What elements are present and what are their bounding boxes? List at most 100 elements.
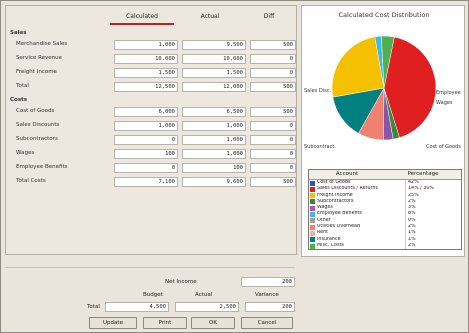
- actual-cell[interactable]: 12,000: [182, 82, 246, 92]
- legend-swatch: [310, 186, 315, 192]
- legend-name: Misc. Costs: [317, 242, 406, 250]
- diff-cell[interactable]: 500: [250, 177, 296, 187]
- row-label: Wages: [16, 150, 35, 156]
- column-header-actual[interactable]: Actual: [178, 11, 242, 23]
- legend-value: 2%: [408, 242, 416, 248]
- row-label: Service Revenue: [16, 55, 63, 61]
- summary-sub-label-variance: Variance: [255, 292, 279, 298]
- legend-swatch: [310, 224, 315, 230]
- cost-table-panel: Calculated Actual Diff Sales Merchandise …: [5, 5, 297, 255]
- total-variance-field[interactable]: 200: [245, 302, 295, 312]
- diff-cell[interactable]: 500: [250, 40, 296, 50]
- calculated-cell[interactable]: 1,000: [114, 121, 178, 131]
- chart-panel: Calculated Cost Distribution Sales Disc.…: [301, 5, 465, 257]
- diff-cell[interactable]: 500: [250, 107, 296, 117]
- calculated-cell[interactable]: 7,100: [114, 177, 178, 187]
- calculated-cell[interactable]: 0: [114, 135, 178, 145]
- row-label: Total Costs: [16, 178, 46, 184]
- summary-sub-label-actual: Actual: [195, 292, 213, 298]
- legend-swatch: [310, 205, 315, 211]
- row-label: Freight Income: [16, 69, 57, 75]
- chart-legend: Account Percentage Cost of Goods 42% Sales…: [308, 169, 462, 251]
- legend-header-percentage: Percentage: [407, 171, 439, 177]
- legend-header-account: Account: [335, 171, 359, 177]
- actual-cell[interactable]: 1,000: [182, 121, 246, 131]
- calculated-cell[interactable]: 1,000: [114, 40, 178, 50]
- diff-cell[interactable]: 500: [250, 82, 296, 92]
- cancel-button[interactable]: Cancel: [241, 317, 293, 329]
- calculator-window: Calculated Actual Diff Sales Merchandise …: [0, 0, 469, 333]
- row-label: Total: [16, 83, 29, 89]
- pie-label: Employee: [436, 90, 461, 96]
- legend-swatch: [310, 218, 315, 224]
- table-row: Total Costs 7,100 9,600 500: [10, 176, 296, 189]
- actual-cell[interactable]: 1,000: [182, 149, 246, 159]
- pie-label: Cost of Goods: [426, 144, 461, 150]
- legend-swatch: [310, 212, 315, 218]
- legend-swatch: [310, 230, 315, 236]
- actual-cell[interactable]: 1,000: [182, 135, 246, 145]
- table-row: Freight Income 1,500 1,500 0: [10, 67, 296, 80]
- table-row: Subcontractors 0 1,000 0: [10, 134, 296, 147]
- table-row: Sales Discounts 1,000 1,000 0: [10, 120, 296, 133]
- actual-cell[interactable]: 100: [182, 163, 246, 173]
- diff-cell[interactable]: 0: [250, 135, 296, 145]
- summary-divider: [5, 267, 295, 268]
- legend-swatch: [310, 243, 315, 249]
- actual-cell[interactable]: 10,000: [182, 54, 246, 64]
- actual-cell[interactable]: 6,500: [182, 107, 246, 117]
- total-budget-field[interactable]: 4,500: [105, 302, 169, 312]
- total-actual-field[interactable]: 2,500: [175, 302, 239, 312]
- calculated-cell[interactable]: 100: [114, 149, 178, 159]
- summary-panel: Net Income 200 Budget Actual Variance To…: [5, 259, 467, 329]
- column-header-bar: Calculated Actual Diff: [106, 11, 296, 25]
- actual-cell[interactable]: 1,500: [182, 68, 246, 78]
- row-label: Subcontractors: [16, 136, 58, 142]
- legend-swatch: [310, 180, 315, 186]
- calculated-cell[interactable]: 12,500: [114, 82, 178, 92]
- row-label: Merchandise Sales: [16, 41, 68, 47]
- pie-chart-svg: Sales Disc. Employee Wages Subcontract. Cost…: [304, 35, 461, 150]
- calculated-cell[interactable]: 10,000: [114, 54, 178, 64]
- row-label: Cost of Goods: [16, 108, 55, 114]
- calculated-cell[interactable]: 0: [114, 163, 178, 173]
- diff-cell[interactable]: 0: [250, 121, 296, 131]
- chart-title: Calculated Cost Distribution: [338, 11, 430, 19]
- column-header-calculated[interactable]: Calculated: [110, 11, 174, 25]
- legend-rows: Cost of Goods 42% Sales Discounts / Return…: [309, 180, 461, 250]
- section-title: Costs: [10, 97, 27, 103]
- net-income-label: Net Income: [165, 279, 197, 285]
- pie-label: Sales Disc.: [304, 88, 331, 94]
- legend-header: Account Percentage: [309, 170, 461, 180]
- table-row: Employee Benefits 0 100 0: [10, 162, 296, 175]
- table-row: Wages 100 1,000 0: [10, 148, 296, 161]
- diff-cell[interactable]: 0: [250, 163, 296, 173]
- column-header-diff[interactable]: Diff: [246, 11, 292, 23]
- calculated-cell[interactable]: 6,000: [114, 107, 178, 117]
- table-row: Cost of Goods 6,000 6,500 500: [10, 106, 296, 119]
- actual-cell[interactable]: 9,500: [182, 40, 246, 50]
- table-row: Service Revenue 10,000 10,000 0: [10, 53, 296, 66]
- diff-cell[interactable]: 0: [250, 68, 296, 78]
- summary-sub-label-budget: Budget: [143, 292, 163, 298]
- net-income-field[interactable]: 200: [241, 277, 295, 287]
- pie-label: Wages: [436, 100, 453, 106]
- row-label: Sales Discounts: [16, 122, 60, 128]
- table-row: Merchandise Sales 1,000 9,500 500: [10, 39, 296, 52]
- print-button[interactable]: Print: [143, 317, 187, 329]
- update-button[interactable]: Update: [89, 317, 137, 329]
- calculated-cell[interactable]: 1,500: [114, 68, 178, 78]
- legend-row: Misc. Costs 2%: [309, 242, 461, 250]
- total-label: Total: [87, 304, 100, 310]
- section-title: Sales: [10, 30, 27, 36]
- row-label: Employee Benefits: [16, 164, 68, 170]
- legend-swatch: [310, 199, 315, 205]
- legend-swatch: [310, 193, 315, 199]
- pie-label: Subcontract.: [304, 144, 336, 150]
- diff-cell[interactable]: 0: [250, 149, 296, 159]
- diff-cell[interactable]: 0: [250, 54, 296, 64]
- ok-button[interactable]: OK: [191, 317, 235, 329]
- actual-cell[interactable]: 9,600: [182, 177, 246, 187]
- pie-chart: Sales Disc. Employee Wages Subcontract. Cost…: [302, 20, 466, 160]
- table-row: Total 12,500 12,000 500: [10, 81, 296, 94]
